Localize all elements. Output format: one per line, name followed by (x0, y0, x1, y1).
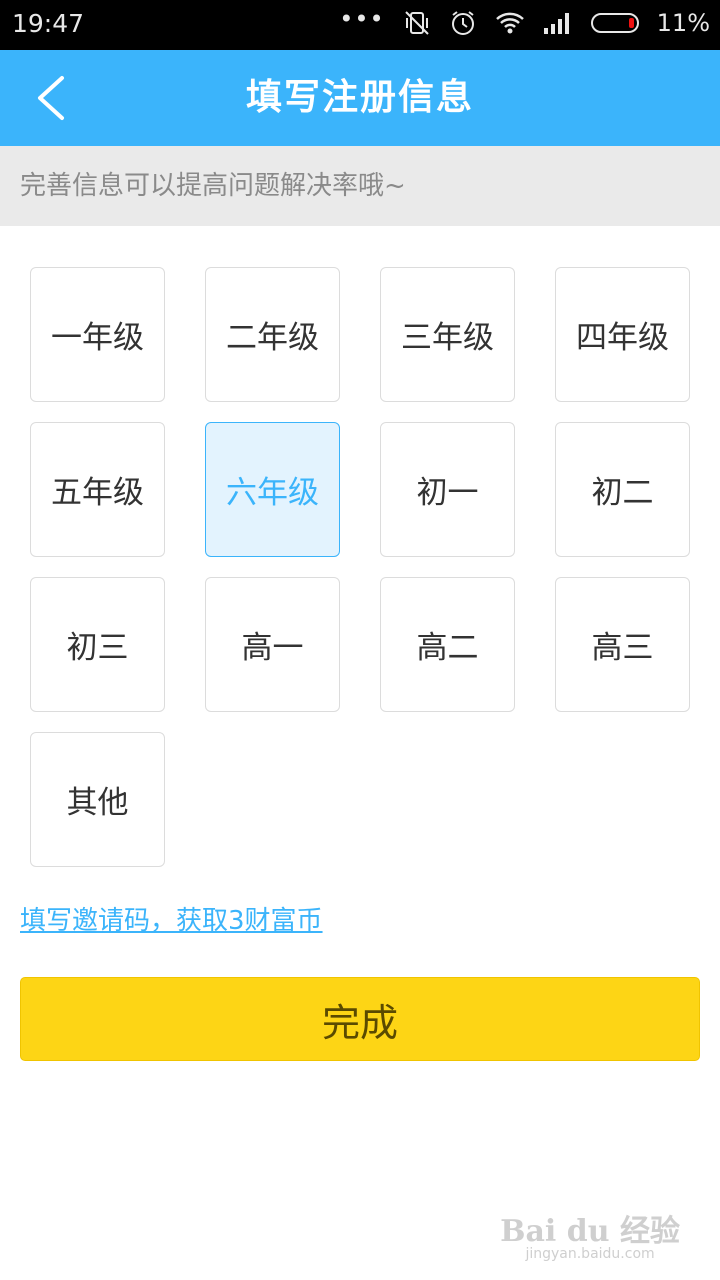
grade-option[interactable]: 五年级 (30, 422, 165, 557)
title-bar: 填写注册信息 (0, 50, 720, 146)
vibrate-icon (403, 10, 431, 36)
grade-option[interactable]: 高二 (380, 577, 515, 712)
grade-option[interactable]: 高一 (205, 577, 340, 712)
more-dots-icon: ••• (339, 5, 385, 33)
wifi-icon (495, 11, 525, 35)
battery-percent: 11% (656, 9, 710, 37)
grade-option[interactable]: 一年级 (30, 267, 165, 402)
grade-option[interactable]: 初一 (380, 422, 515, 557)
invite-code-link[interactable]: 填写邀请码，获取3财富币 (20, 900, 323, 937)
battery-icon (590, 13, 639, 33)
status-time: 19:47 (12, 9, 85, 38)
status-bar: 19:47 ••• 11% (0, 0, 720, 50)
hint-banner: 完善信息可以提高问题解决率哦~ (0, 146, 720, 226)
grade-option[interactable]: 其他 (30, 732, 165, 867)
grade-option[interactable]: 高三 (555, 577, 690, 712)
grade-option[interactable]: 二年级 (205, 267, 340, 402)
watermark-url: jingyan.baidu.com (525, 1246, 655, 1262)
page-title: 填写注册信息 (245, 77, 474, 118)
signal-icon (543, 11, 573, 35)
grade-grid: 一年级 二年级 三年级 四年级 五年级 六年级 初一 初二 初三 高一 高二 高… (30, 267, 690, 867)
grade-option[interactable]: 初二 (555, 422, 690, 557)
grade-option[interactable]: 四年级 (555, 267, 690, 402)
grade-option[interactable]: 三年级 (380, 267, 515, 402)
done-button[interactable]: 完成 (20, 977, 700, 1061)
status-icons: ••• 11% (339, 5, 710, 37)
grade-option[interactable]: 六年级 (205, 422, 340, 557)
watermark-logo: Bai du 经验 (500, 1214, 680, 1249)
alarm-icon (449, 9, 477, 37)
baidu-jingyan-watermark: Bai du 经验 jingyan.baidu.com (500, 1206, 680, 1262)
grade-option[interactable]: 初三 (30, 577, 165, 712)
